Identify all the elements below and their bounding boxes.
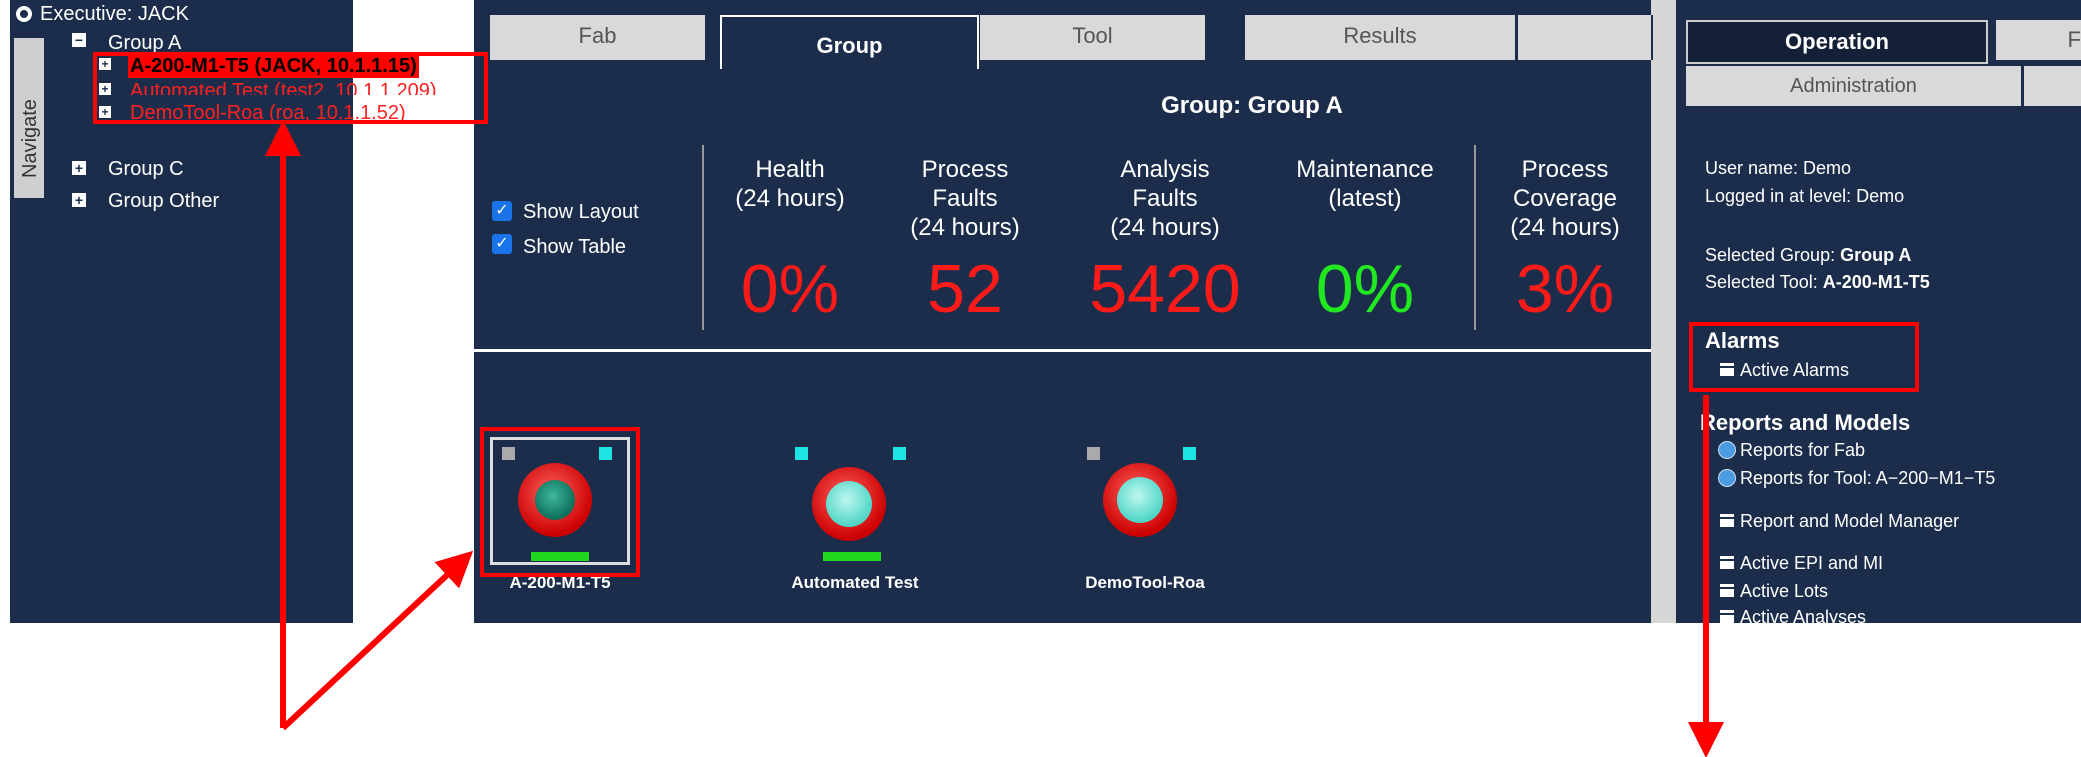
arrow [280,550,474,731]
annotation-arrows [265,120,1724,757]
